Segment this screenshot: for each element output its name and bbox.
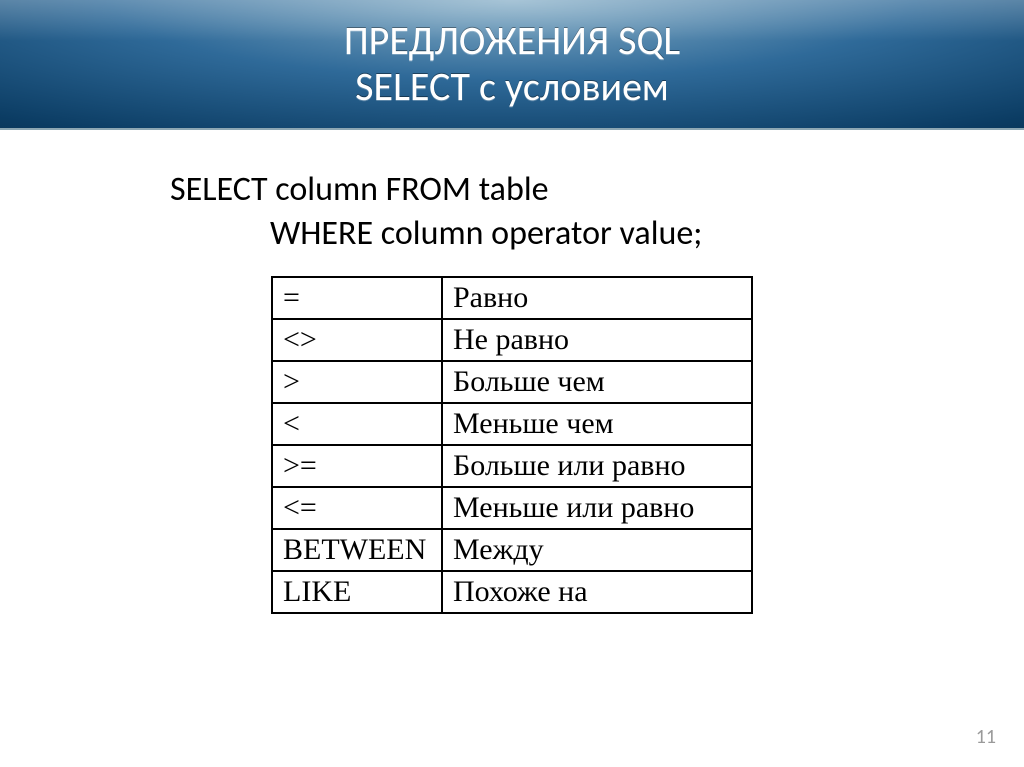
operators-table: = Равно <> Не равно > Больше чем < Меньш… (271, 276, 753, 614)
operator-symbol: BETWEEN (272, 529, 442, 571)
title-line-2: SELECT с условием (355, 64, 669, 110)
title-line-1: ПРЕДЛОЖЕНИЯ SQL (344, 18, 680, 64)
table-row: = Равно (272, 277, 752, 319)
slide-body: SELECT column FROM table WHERE column op… (0, 130, 1024, 614)
operator-symbol: >= (272, 445, 442, 487)
operator-desc: Больше чем (442, 361, 752, 403)
operator-desc: Меньше или равно (442, 487, 752, 529)
sql-code-block: SELECT column FROM table WHERE column op… (170, 168, 964, 256)
page-number: 11 (976, 725, 996, 749)
operator-desc: Между (442, 529, 752, 571)
table-row: <> Не равно (272, 319, 752, 361)
operators-tbody: = Равно <> Не равно > Больше чем < Меньш… (272, 277, 752, 613)
operator-symbol: = (272, 277, 442, 319)
operator-desc: Не равно (442, 319, 752, 361)
operator-symbol: <= (272, 487, 442, 529)
operator-desc: Больше или равно (442, 445, 752, 487)
operator-desc: Меньше чем (442, 403, 752, 445)
operator-symbol: < (272, 403, 442, 445)
table-row: > Больше чем (272, 361, 752, 403)
table-row: <= Меньше или равно (272, 487, 752, 529)
table-row: BETWEEN Между (272, 529, 752, 571)
table-row: < Меньше чем (272, 403, 752, 445)
operator-desc: Равно (442, 277, 752, 319)
table-row: LIKE Похоже на (272, 571, 752, 613)
slide: ПРЕДЛОЖЕНИЯ SQL SELECT с условием SELECT… (0, 0, 1024, 767)
operator-symbol: <> (272, 319, 442, 361)
table-row: >= Больше или равно (272, 445, 752, 487)
operator-symbol: LIKE (272, 571, 442, 613)
operator-desc: Похоже на (442, 571, 752, 613)
code-line-2: WHERE column operator value; (170, 212, 964, 256)
code-line-1: SELECT column FROM table (170, 168, 964, 212)
operator-symbol: > (272, 361, 442, 403)
title-band: ПРЕДЛОЖЕНИЯ SQL SELECT с условием (0, 0, 1024, 130)
